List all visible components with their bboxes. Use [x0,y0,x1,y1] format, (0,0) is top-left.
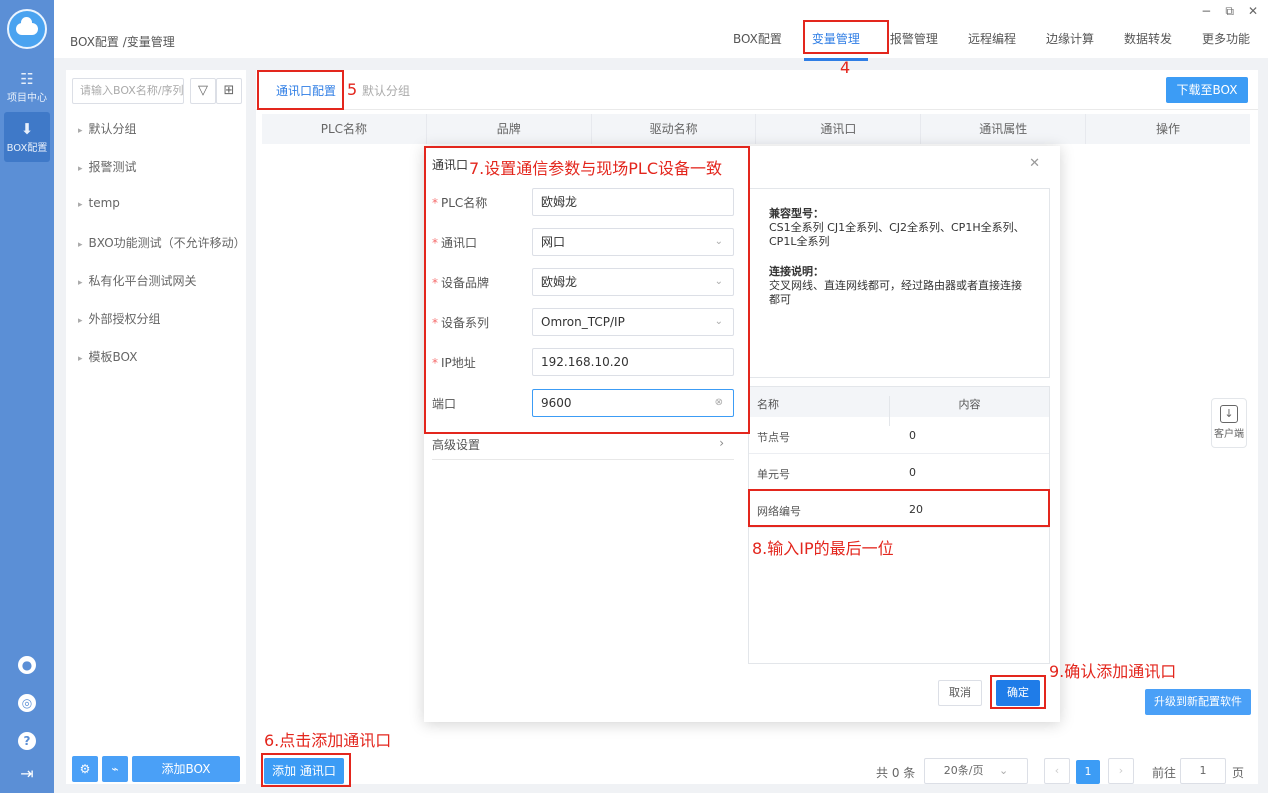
download-to-box-button[interactable]: 下载至BOX [1166,77,1248,103]
device-description: 兼容型号： CS1全系列 CJ1全系列、CJ2全系列、CP1H全系列、CP1L全… [748,188,1050,378]
nav-box-config[interactable]: BOX配置 [733,26,782,51]
annotation-box-5 [257,70,344,110]
download-icon: ⬇ [20,119,34,138]
client-download-float[interactable]: ↓ 客户端 [1211,398,1247,448]
nav-alarm-management[interactable]: 报警管理 [890,26,938,51]
column-header: 驱动名称 [592,114,757,144]
prev-page-button[interactable]: ‹ [1044,758,1070,784]
annotation-box-8 [748,489,1050,527]
box-group-panel: 请输入BOX名称/序列号 ▽ ⊞ ▸ 默认分组 ▸ 报警测试 ▸ temp ▸ BXO功… [66,70,246,784]
settings-icon[interactable]: ⚙ [72,756,98,782]
annotation-label-7: 7.设置通信参数与现场PLC设备一致 [469,159,723,178]
group-item[interactable]: ▸ BXO功能测试（不允许移动） [78,234,246,251]
chevron-right-icon: ▸ [78,240,83,250]
tab-default-group[interactable]: 默认分组 [362,82,410,99]
group-item[interactable]: ▸ 模板BOX [78,348,137,365]
annotation-label-5: 5 [347,80,358,99]
tab-bar: 通讯口配置 默认分组 下载至BOX [256,70,1258,110]
port-table-header: PLC名称 品牌 驱动名称 通讯口 通讯属性 操作 [262,114,1250,144]
column-header: 通讯口 [756,114,922,144]
close-icon[interactable]: ✕ [1248,4,1258,19]
chevron-right-icon: ▸ [78,164,83,174]
group-item[interactable]: ▸ 报警测试 [78,158,137,175]
goto-suffix: 页 [1232,766,1245,780]
group-item[interactable]: ▸ 外部授权分组 [78,310,161,327]
download-icon: ↓ [1220,405,1238,423]
group-item[interactable]: ▸ 私有化平台测试网关 [78,272,197,289]
chevron-right-icon: ▸ [78,278,83,288]
user-icon[interactable]: ● [0,656,54,674]
help-icon[interactable]: ? [0,732,54,750]
annotation-box-9 [990,675,1046,709]
maximize-icon[interactable]: ⧉ [1225,4,1234,19]
advanced-settings[interactable]: 高级设置 › [432,436,734,460]
group-item[interactable]: ▸ temp [78,196,120,210]
chevron-down-icon: ⌄ [998,764,1009,777]
chevron-right-icon: › [719,436,724,450]
breadcrumb: BOX配置 /变量管理 [70,35,175,49]
annotation-label-9: 9.确认添加通讯口 [1049,662,1177,681]
add-box-button[interactable]: 添加BOX [132,756,240,782]
top-bar: BOX配置 /变量管理 − ⧉ ✕ BOX配置 变量管理 报警管理 远程编程 边… [54,0,1268,61]
app-logo [7,9,47,49]
wifi-off-icon[interactable]: ⌁ [102,756,128,782]
box-search-input[interactable]: 请输入BOX名称/序列号 [72,78,184,104]
nav-more-functions[interactable]: 更多功能 [1202,26,1250,51]
annotation-box-6 [261,753,351,787]
grid-icon: ☷ [20,69,34,88]
globe-icon[interactable]: ◎ [0,694,54,712]
nav-data-forwarding[interactable]: 数据转发 [1124,26,1172,51]
nav-remote-programming[interactable]: 远程编程 [968,26,1016,51]
cancel-button[interactable]: 取消 [938,680,982,706]
page-size-select[interactable]: 20条/页 ⌄ [924,758,1028,784]
upgrade-software-button[interactable]: 升级到新配置软件 [1145,689,1251,715]
minimize-icon[interactable]: − [1201,4,1211,19]
logout-icon[interactable]: ⇥ [0,764,54,783]
close-icon[interactable]: ✕ [1029,156,1040,171]
window-controls: − ⧉ ✕ [1201,4,1258,19]
table-row: 节点号 0 [749,417,1049,454]
column-header: 品牌 [427,114,592,144]
chevron-right-icon: ▸ [78,126,83,136]
current-page[interactable]: 1 [1076,760,1100,784]
nav-edge-computing[interactable]: 边缘计算 [1046,26,1094,51]
annotation-box-7 [424,146,750,434]
annotation-label-4: 4 [840,58,851,77]
left-rail: ☷ 项目中心 ⬇ BOX配置 ● ◎ ? ⇥ [0,0,54,793]
annotation-label-8: 8.输入IP的最后一位 [752,539,894,558]
add-folder-icon[interactable]: ⊞ [216,78,242,104]
goto-page-input[interactable]: 1 [1180,758,1226,784]
chevron-right-icon: ▸ [78,316,83,326]
column-header: 通讯属性 [921,114,1087,144]
annotation-box-4 [803,20,889,54]
top-nav: BOX配置 变量管理 报警管理 远程编程 边缘计算 数据转发 更多功能 [703,26,1250,61]
param-table-header: 名称 内容 [749,387,1049,426]
rail-item-project-center[interactable]: ☷ 项目中心 [0,62,54,112]
column-header: 操作 [1156,122,1181,136]
next-page-button[interactable]: › [1108,758,1134,784]
rail-item-box-config[interactable]: ⬇ BOX配置 [4,112,50,162]
group-item[interactable]: ▸ 默认分组 [78,120,137,137]
column-header: PLC名称 [262,114,427,144]
goto-prefix: 前往 [1152,766,1177,780]
total-count: 共 0 条 [876,766,916,780]
table-row: 单元号 0 [749,454,1049,491]
chevron-right-icon: ▸ [78,200,83,210]
chevron-right-icon: ▸ [78,354,83,364]
annotation-label-6: 6.点击添加通讯口 [264,731,392,750]
filter-icon[interactable]: ▽ [190,78,216,104]
